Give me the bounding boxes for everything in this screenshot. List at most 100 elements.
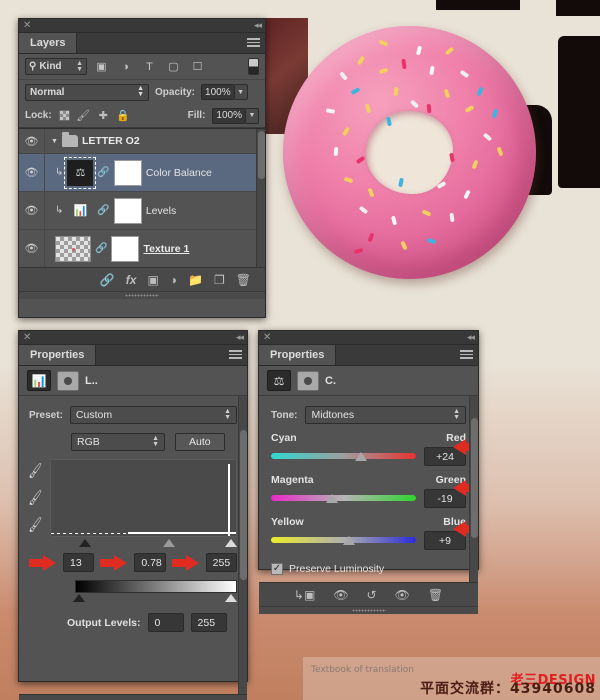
layers-footer-toolbar[interactable]: 🔗 fx ▣ ◑ 📁 ❐ 🗑: [19, 267, 265, 291]
magenta-green-slider[interactable]: [271, 491, 416, 506]
channel-select[interactable]: RGB ▲ ▼: [71, 433, 165, 451]
layer-mask-thumbnail[interactable]: [113, 197, 142, 224]
lock-position-icon[interactable]: ✚: [97, 109, 110, 122]
mask-icon[interactable]: [297, 370, 319, 391]
black-point-eyedropper-icon[interactable]: 🖌: [26, 462, 45, 481]
gray-point-eyedropper-icon[interactable]: 🖌: [26, 489, 45, 508]
levels-icon[interactable]: 📊: [27, 370, 51, 391]
yellow-blue-slider[interactable]: [271, 533, 416, 548]
auto-button[interactable]: Auto: [175, 433, 225, 451]
tab-properties[interactable]: Properties: [259, 345, 337, 365]
pixel-filter-icon[interactable]: ▣: [92, 58, 111, 75]
input-white-handle[interactable]: [225, 539, 237, 547]
table-row[interactable]: 👁 ↳ ⚖ 🔗 Color Balance: [19, 154, 265, 192]
levels-body[interactable]: Preset: Custom ▲ ▼ RGB ▲ ▼ Auto 🖌 🖌 🖌 13…: [19, 396, 247, 694]
magenta-green-slider-group[interactable]: Magenta Green -19: [259, 466, 478, 508]
layers-tabrow[interactable]: Layers: [19, 33, 265, 54]
table-row[interactable]: 👁 ▼ LETTER O2: [19, 129, 265, 154]
layer-name[interactable]: LETTER O2: [82, 135, 140, 147]
cb-footer-toolbar[interactable]: ↳▣ 👁 ↺ 👁 🗑: [259, 582, 478, 606]
tone-row[interactable]: Tone: Midtones ▲ ▼: [259, 396, 478, 424]
collapse-icon[interactable]: ◂◂: [467, 332, 475, 343]
lock-row[interactable]: Lock: 🖌 ✚ 🔒 Fill: 100% ▼: [19, 104, 265, 128]
fill-field[interactable]: 100% ▼: [212, 107, 259, 124]
cb-scrollbar[interactable]: [469, 396, 478, 582]
toggle-visibility-icon[interactable]: 👁: [395, 588, 410, 602]
output-levels-row[interactable]: Output Levels: 0 255: [19, 604, 247, 632]
adjustment-icon[interactable]: ◑: [170, 273, 177, 287]
levels-tabrow[interactable]: Properties: [19, 345, 247, 366]
color-balance-thumbnail-icon[interactable]: ⚖: [64, 156, 97, 189]
tab-layers[interactable]: Layers: [19, 33, 78, 53]
chevron-down-icon[interactable]: ▼: [234, 84, 248, 100]
link-icon[interactable]: 🔗: [97, 167, 109, 178]
output-white-handle[interactable]: [225, 594, 237, 602]
layers-panel[interactable]: ✕ ◂◂ Layers ⚲ Kind ▲ ▼ ▣ ◑ T ▢ ☐ Normal ▲…: [18, 18, 266, 318]
adjustment-filter-icon[interactable]: ◑: [116, 58, 135, 75]
type-filter-icon[interactable]: T: [140, 58, 159, 75]
link-icon[interactable]: 🔗: [100, 273, 115, 287]
reset-icon[interactable]: ↺: [367, 588, 377, 602]
preset-row[interactable]: Preset: Custom ▲ ▼: [19, 396, 247, 424]
close-icon[interactable]: ✕: [23, 332, 31, 343]
fx-icon[interactable]: fx: [126, 273, 137, 287]
lock-all-icon[interactable]: 🔒: [116, 109, 130, 122]
white-point-eyedropper-icon[interactable]: 🖌: [26, 516, 45, 535]
blend-mode-row[interactable]: Normal ▲ ▼ Opacity: 100% ▼: [19, 80, 265, 104]
levels-scrollbar[interactable]: [238, 396, 247, 694]
layer-visibility-toggle[interactable]: 👁: [19, 154, 45, 191]
panel-menu-icon[interactable]: [247, 38, 260, 48]
input-black-handle[interactable]: [79, 539, 91, 547]
group-icon[interactable]: 📁: [188, 273, 203, 287]
layer-name[interactable]: Levels: [146, 205, 176, 217]
output-black-handle[interactable]: [73, 594, 85, 602]
input-black-field[interactable]: 13: [63, 553, 95, 572]
layer-visibility-toggle[interactable]: 👁: [19, 230, 45, 267]
levels-titlebar[interactable]: ✕ ◂◂: [19, 331, 247, 345]
view-previous-icon[interactable]: 👁: [333, 588, 348, 602]
cb-body[interactable]: Tone: Midtones ▲ ▼ Cyan Red +24 Magenta …: [259, 396, 478, 582]
output-black-field[interactable]: 0: [147, 613, 184, 632]
input-levels-sliders[interactable]: [75, 538, 237, 549]
panel-menu-icon[interactable]: [460, 350, 473, 360]
chevron-down-icon[interactable]: ▼: [246, 107, 259, 124]
input-gamma-handle[interactable]: [163, 539, 175, 547]
channel-row[interactable]: RGB ▲ ▼ Auto: [19, 424, 247, 451]
layer-thumbnail[interactable]: [55, 235, 91, 262]
mask-icon[interactable]: ▣: [147, 273, 158, 287]
collapse-icon[interactable]: ◂◂: [236, 332, 244, 343]
shape-filter-icon[interactable]: ▢: [164, 58, 183, 75]
tab-properties[interactable]: Properties: [19, 345, 97, 365]
input-levels-values[interactable]: 13 0.78 255: [19, 549, 247, 572]
panel-menu-icon[interactable]: [229, 350, 242, 360]
cb-tabrow[interactable]: Properties: [259, 345, 478, 366]
input-white-field[interactable]: 255: [205, 553, 237, 572]
magenta-green-knob[interactable]: [325, 494, 338, 503]
yellow-blue-slider-group[interactable]: Yellow Blue +9: [259, 508, 478, 550]
cb-titlebar[interactable]: ✕ ◂◂: [259, 331, 478, 345]
layer-mask-thumbnail[interactable]: [111, 235, 140, 262]
chevron-down-icon[interactable]: ▼: [51, 138, 58, 145]
new-layer-icon[interactable]: ❐: [214, 273, 225, 287]
layer-list[interactable]: 👁 ▼ LETTER O2 👁 ↳ ⚖ 🔗 Color Balance 👁 ↳: [19, 128, 265, 267]
layer-filter-row[interactable]: ⚲ Kind ▲ ▼ ▣ ◑ T ▢ ☐: [19, 54, 265, 80]
filter-kind-select[interactable]: ⚲ Kind ▲ ▼: [25, 58, 87, 75]
yellow-blue-knob[interactable]: [343, 536, 356, 545]
lock-transparency-icon[interactable]: [58, 110, 70, 121]
input-gamma-field[interactable]: 0.78: [134, 553, 166, 572]
output-levels-sliders[interactable]: [73, 593, 237, 604]
layer-list-scrollbar[interactable]: [256, 129, 265, 267]
link-icon[interactable]: 🔗: [97, 205, 109, 216]
table-row[interactable]: 👁 🔗 Texture 1: [19, 230, 265, 267]
levels-footer-toolbar[interactable]: ↳▣ 👁 ↺ 👁 🗑: [19, 694, 247, 700]
layer-name[interactable]: Texture 1: [143, 243, 189, 255]
preset-select[interactable]: Custom ▲ ▼: [69, 406, 237, 424]
close-icon[interactable]: ✕: [23, 20, 31, 31]
link-icon[interactable]: 🔗: [95, 243, 107, 254]
fill-value[interactable]: 100%: [212, 107, 246, 124]
preserve-luminosity-row[interactable]: ✓ Preserve Luminosity: [259, 550, 478, 575]
delete-icon[interactable]: 🗑: [236, 273, 251, 287]
cyan-red-knob[interactable]: [354, 452, 367, 461]
layer-name[interactable]: Color Balance: [146, 167, 212, 179]
cyan-red-slider-group[interactable]: Cyan Red +24: [259, 424, 478, 466]
